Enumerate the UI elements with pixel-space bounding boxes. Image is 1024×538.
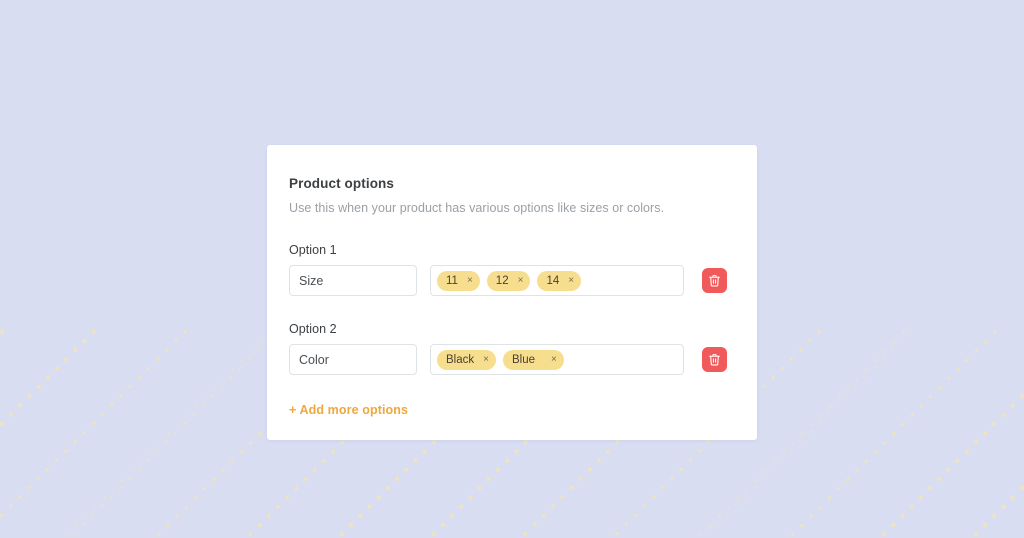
delete-option-1-button[interactable]: [702, 268, 727, 293]
tag-chip[interactable]: 14 ×: [537, 270, 582, 291]
option-2-name-input[interactable]: [289, 344, 417, 375]
tag-chip[interactable]: 12 ×: [486, 270, 531, 291]
option-block-1: Option 1 11 × 12 × 14 ×: [289, 242, 735, 296]
tag-chip[interactable]: Blue ×: [502, 349, 564, 370]
tag-chip-label: Blue: [511, 353, 535, 366]
tag-chip-label: 14: [546, 274, 560, 287]
tag-remove-icon[interactable]: ×: [518, 271, 524, 291]
tag-chip-label: 11: [446, 274, 458, 287]
tag-remove-icon[interactable]: ×: [551, 350, 557, 370]
tag-chip-label: Black: [446, 353, 475, 366]
option-2-row: Black × Blue ×: [289, 344, 735, 375]
option-2-label: Option 2: [289, 322, 337, 336]
delete-option-2-button[interactable]: [702, 347, 727, 372]
tag-chip[interactable]: 11 ×: [437, 270, 480, 291]
tag-remove-icon[interactable]: ×: [467, 271, 473, 291]
tag-remove-icon[interactable]: ×: [483, 350, 489, 370]
option-1-name-input[interactable]: [289, 265, 417, 296]
add-more-options-link[interactable]: + Add more options: [289, 403, 408, 417]
trash-icon: [708, 274, 721, 287]
option-1-label: Option 1: [289, 243, 337, 257]
tag-remove-icon[interactable]: ×: [568, 271, 574, 291]
card-subtitle: Use this when your product has various o…: [289, 201, 665, 215]
option-block-2: Option 2 Black × Blue ×: [289, 321, 735, 375]
product-options-card: Product options Use this when your produ…: [267, 145, 757, 440]
tag-chip[interactable]: Black ×: [437, 349, 496, 370]
option-1-row: 11 × 12 × 14 ×: [289, 265, 735, 296]
page-title: Product options: [289, 176, 394, 191]
option-2-values-input[interactable]: Black × Blue ×: [430, 344, 684, 375]
option-1-values-input[interactable]: 11 × 12 × 14 ×: [430, 265, 684, 296]
tag-chip-label: 12: [495, 274, 509, 287]
trash-icon: [708, 353, 721, 366]
